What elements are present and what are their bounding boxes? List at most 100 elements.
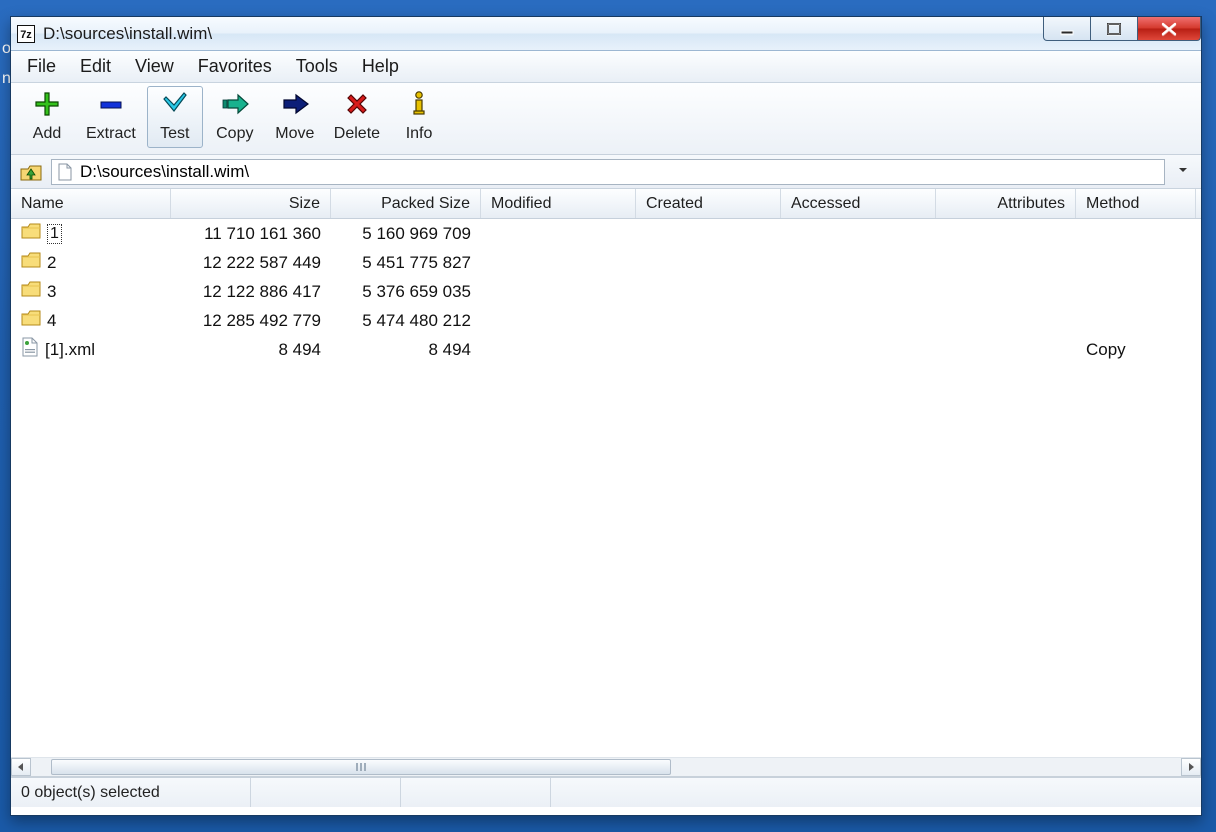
folder-icon bbox=[21, 251, 41, 274]
item-method bbox=[1076, 306, 1196, 335]
col-accessed[interactable]: Accessed bbox=[781, 189, 936, 218]
item-method: Copy bbox=[1076, 335, 1196, 364]
x-icon bbox=[342, 89, 372, 119]
item-attributes bbox=[936, 248, 1076, 277]
list-row[interactable]: 212 222 587 4495 451 775 827 bbox=[11, 248, 1201, 277]
menu-favorites[interactable]: Favorites bbox=[186, 53, 284, 80]
add-button[interactable]: Add bbox=[19, 86, 75, 148]
up-folder-icon[interactable] bbox=[19, 160, 43, 184]
item-method bbox=[1076, 248, 1196, 277]
window-title: D:\sources\install.wim\ bbox=[43, 24, 212, 44]
item-name: 1 bbox=[47, 224, 62, 244]
column-headers: Name Size Packed Size Modified Created A… bbox=[11, 189, 1201, 219]
xml-file-icon bbox=[21, 337, 39, 362]
folder-icon bbox=[21, 280, 41, 303]
item-packed: 5 160 969 709 bbox=[331, 219, 481, 248]
copy-button[interactable]: Copy bbox=[207, 86, 263, 148]
item-attributes bbox=[936, 219, 1076, 248]
statusbar: 0 object(s) selected bbox=[11, 777, 1201, 807]
item-name: [1].xml bbox=[45, 340, 95, 360]
scroll-right-button[interactable] bbox=[1181, 758, 1201, 776]
item-created bbox=[636, 306, 781, 335]
item-method bbox=[1076, 219, 1196, 248]
item-created bbox=[636, 277, 781, 306]
item-modified bbox=[481, 248, 636, 277]
menu-edit[interactable]: Edit bbox=[68, 53, 123, 80]
delete-button[interactable]: Delete bbox=[327, 86, 387, 148]
move-button[interactable]: Move bbox=[267, 86, 323, 148]
toolbar: Add Extract Test bbox=[11, 83, 1201, 155]
item-created bbox=[636, 248, 781, 277]
item-modified bbox=[481, 219, 636, 248]
close-button[interactable] bbox=[1137, 17, 1201, 41]
svg-text:7z: 7z bbox=[20, 29, 32, 41]
horizontal-scrollbar bbox=[11, 757, 1201, 777]
minimize-button[interactable] bbox=[1043, 17, 1091, 41]
item-created bbox=[636, 335, 781, 364]
col-method[interactable]: Method bbox=[1076, 189, 1196, 218]
test-label: Test bbox=[160, 125, 189, 143]
delete-label: Delete bbox=[334, 125, 380, 143]
scroll-track[interactable] bbox=[31, 758, 1181, 776]
menubar: File Edit View Favorites Tools Help bbox=[11, 51, 1201, 83]
address-field-wrap bbox=[51, 159, 1165, 185]
list-row[interactable]: 412 285 492 7795 474 480 212 bbox=[11, 306, 1201, 335]
scroll-left-button[interactable] bbox=[11, 758, 31, 776]
col-packed[interactable]: Packed Size bbox=[331, 189, 481, 218]
status-selection: 0 object(s) selected bbox=[11, 778, 251, 807]
address-input[interactable] bbox=[74, 160, 1164, 184]
item-method bbox=[1076, 277, 1196, 306]
item-name: 4 bbox=[47, 311, 56, 331]
item-name: 2 bbox=[47, 253, 56, 273]
item-modified bbox=[481, 306, 636, 335]
list-row[interactable]: 1 11 710 161 3605 160 969 709 bbox=[11, 219, 1201, 248]
menu-view[interactable]: View bbox=[123, 53, 186, 80]
app-icon: 7z bbox=[17, 25, 35, 43]
col-name[interactable]: Name bbox=[11, 189, 171, 218]
info-label: Info bbox=[406, 125, 433, 143]
list-row[interactable]: [1].xml 8 4948 494 Copy bbox=[11, 335, 1201, 364]
menu-help[interactable]: Help bbox=[350, 53, 411, 80]
folder-icon bbox=[21, 222, 41, 245]
col-modified[interactable]: Modified bbox=[481, 189, 636, 218]
menu-tools[interactable]: Tools bbox=[284, 53, 350, 80]
status-pane-4 bbox=[551, 778, 1201, 807]
status-pane-2 bbox=[251, 778, 401, 807]
extract-label: Extract bbox=[86, 125, 136, 143]
check-icon bbox=[160, 89, 190, 119]
document-icon bbox=[56, 163, 74, 181]
app-window: 7z D:\sources\install.wim\ File Edit Vie… bbox=[10, 16, 1202, 816]
address-dropdown-icon[interactable] bbox=[1173, 163, 1193, 180]
test-button[interactable]: Test bbox=[147, 86, 203, 148]
scroll-thumb[interactable] bbox=[51, 759, 671, 775]
file-list[interactable]: 1 11 710 161 3605 160 969 709 2 12 222 587 … bbox=[11, 219, 1201, 757]
extract-button[interactable]: Extract bbox=[79, 86, 143, 148]
info-icon bbox=[404, 89, 434, 119]
item-packed: 8 494 bbox=[331, 335, 481, 364]
item-modified bbox=[481, 335, 636, 364]
add-label: Add bbox=[33, 125, 61, 143]
folder-icon bbox=[21, 309, 41, 332]
plus-icon bbox=[32, 89, 62, 119]
item-size: 11 710 161 360 bbox=[171, 219, 331, 248]
minus-icon bbox=[96, 89, 126, 119]
addressbar bbox=[11, 155, 1201, 189]
item-attributes bbox=[936, 306, 1076, 335]
list-row[interactable]: 312 122 886 4175 376 659 035 bbox=[11, 277, 1201, 306]
item-accessed bbox=[781, 277, 936, 306]
item-size: 8 494 bbox=[171, 335, 331, 364]
item-name: 3 bbox=[47, 282, 56, 302]
item-attributes bbox=[936, 335, 1076, 364]
item-size: 12 222 587 449 bbox=[171, 248, 331, 277]
col-created[interactable]: Created bbox=[636, 189, 781, 218]
info-button[interactable]: Info bbox=[391, 86, 447, 148]
item-size: 12 285 492 779 bbox=[171, 306, 331, 335]
col-attributes[interactable]: Attributes bbox=[936, 189, 1076, 218]
move-label: Move bbox=[275, 125, 314, 143]
col-size[interactable]: Size bbox=[171, 189, 331, 218]
item-modified bbox=[481, 277, 636, 306]
menu-file[interactable]: File bbox=[15, 53, 68, 80]
titlebar[interactable]: 7z D:\sources\install.wim\ bbox=[11, 17, 1201, 51]
item-packed: 5 376 659 035 bbox=[331, 277, 481, 306]
maximize-button[interactable] bbox=[1090, 17, 1138, 41]
